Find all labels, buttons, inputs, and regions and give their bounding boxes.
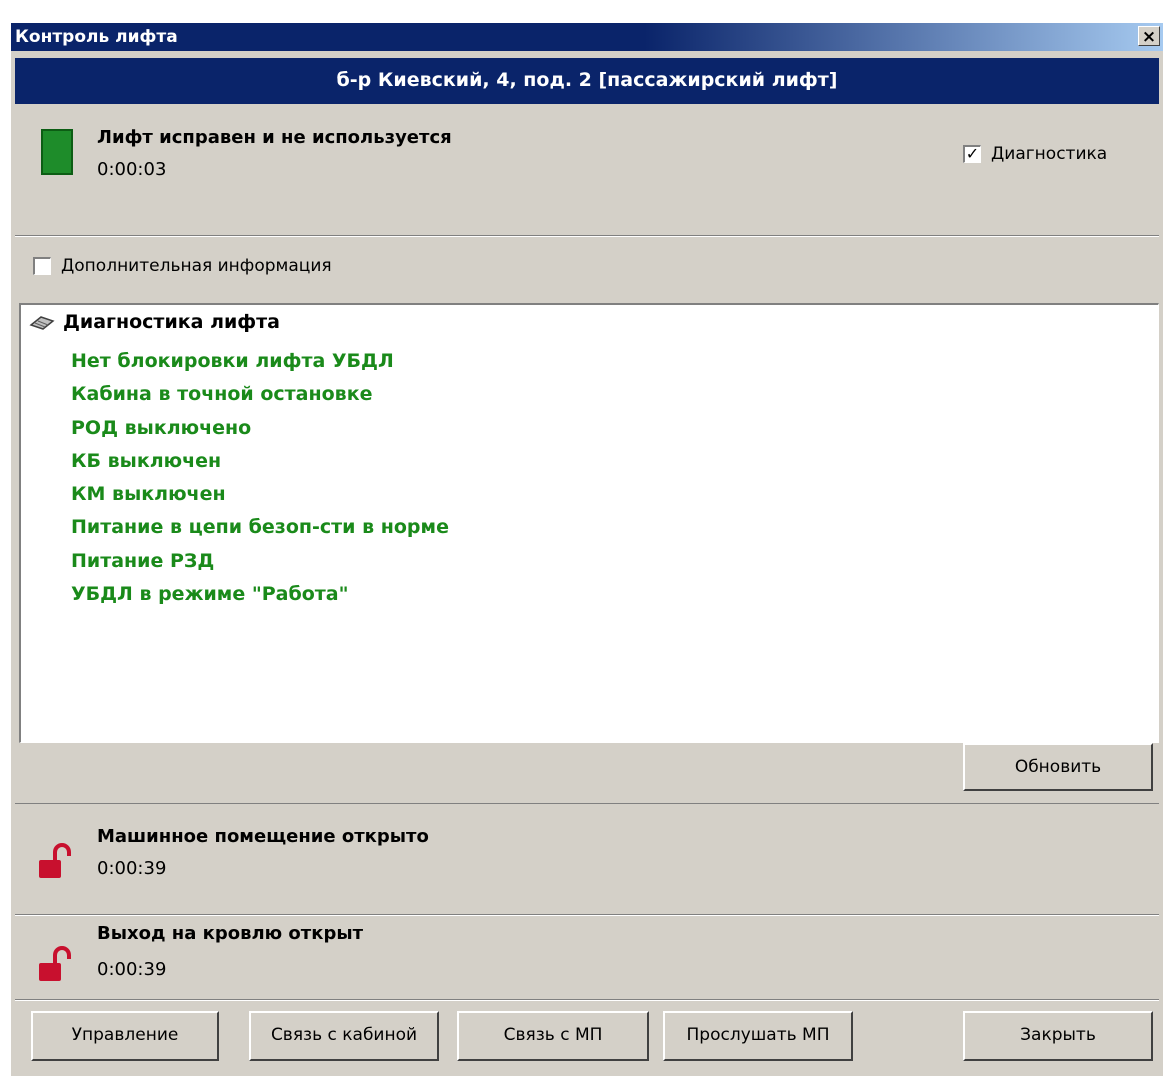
diagnostics-checkbox-label[interactable]: Диагностика (991, 144, 1107, 164)
roof-exit-panel: Выход на кровлю открыт 0:00:39 (15, 917, 1159, 1000)
list-item[interactable]: УБДЛ в режиме "Работа" (71, 578, 449, 611)
machine-room-panel: Машинное помещение открыто 0:00:39 (15, 803, 1159, 915)
refresh-button[interactable]: Обновить (963, 743, 1153, 791)
close-icon: × (1141, 27, 1157, 47)
open-lock-icon (39, 946, 71, 981)
lift-status-panel: Лифт исправен и не используется 0:00:03 … (15, 107, 1159, 236)
close-button[interactable]: Закрыть (963, 1011, 1153, 1061)
checkmark-icon: ✓ (965, 144, 980, 163)
list-item[interactable]: РОД выключено (71, 412, 449, 445)
machine-room-title: Машинное помещение открыто (97, 826, 429, 847)
roof-exit-title: Выход на кровлю открыт (97, 923, 364, 944)
status-time: 0:00:03 (97, 159, 167, 180)
listen-mp-button[interactable]: Прослушать МП (663, 1011, 853, 1061)
diagnostics-heading-label: Диагностика лифта (63, 311, 280, 333)
lift-address-bar: б-р Киевский, 4, под. 2 [пассажирский ли… (15, 58, 1159, 104)
chip-icon (29, 315, 55, 330)
list-item[interactable]: КМ выключен (71, 478, 449, 511)
list-item[interactable]: Питание РЗД (71, 545, 449, 578)
status-title: Лифт исправен и не используется (97, 127, 452, 148)
diagnostics-heading[interactable]: Диагностика лифта (29, 311, 280, 333)
close-window-button[interactable]: × (1138, 26, 1160, 47)
status-indicator-icon (41, 129, 73, 175)
list-item[interactable]: Питание в цепи безоп-сти в норме (71, 511, 449, 544)
extra-info-checkbox-label[interactable]: Дополнительная информация (61, 256, 332, 276)
list-item[interactable]: КБ выключен (71, 445, 449, 478)
list-item[interactable]: Нет блокировки лифта УБДЛ (71, 345, 449, 378)
open-lock-icon (39, 843, 71, 878)
lift-address: б-р Киевский, 4, под. 2 [пассажирский ли… (336, 69, 838, 91)
window-title: Контроль лифта (15, 27, 178, 47)
diagnostics-items: Нет блокировки лифта УБДЛ Кабина в точно… (71, 345, 449, 611)
list-item[interactable]: Кабина в точной остановке (71, 378, 449, 411)
extra-info-checkbox[interactable] (33, 257, 51, 275)
lift-control-window: Контроль лифта × б-р Киевский, 4, под. 2… (10, 22, 1163, 1076)
roof-exit-time: 0:00:39 (97, 959, 167, 980)
control-button[interactable]: Управление (31, 1011, 219, 1061)
diagnostics-checkbox[interactable]: ✓ (963, 145, 981, 163)
machine-room-time: 0:00:39 (97, 858, 167, 879)
extra-info-panel: Дополнительная информация (15, 239, 1159, 303)
title-bar: Контроль лифта × (11, 23, 1163, 51)
diagnostics-list[interactable]: Диагностика лифта Нет блокировки лифта У… (19, 303, 1159, 743)
cabin-call-button[interactable]: Связь с кабиной (249, 1011, 439, 1061)
mp-call-button[interactable]: Связь с МП (457, 1011, 649, 1061)
